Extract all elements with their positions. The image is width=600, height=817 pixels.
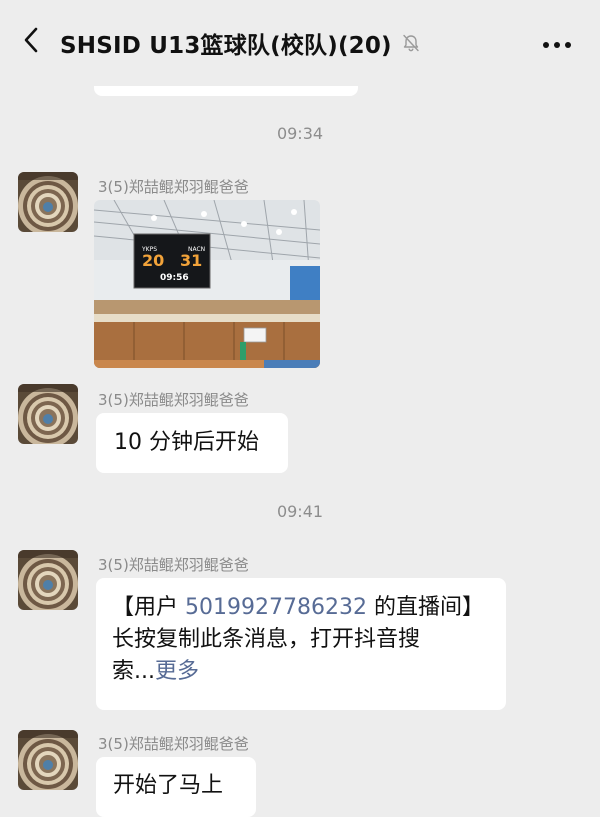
chat-area[interactable]: 09:34 3(5)郑喆鲲郑羽鲲爸爸 YKPS NACN 20 31 09:56… (0, 0, 600, 817)
avatar[interactable] (18, 384, 78, 444)
scoreboard-clock: 09:56 (160, 273, 189, 283)
sender-name: 3(5)郑喆鲲郑羽鲲爸爸 (98, 556, 249, 574)
chat-title-group[interactable]: SHSID U13篮球队(校队)(20) (60, 26, 422, 60)
user-id-link[interactable]: 5019927786232 (185, 595, 367, 620)
chevron-left-icon (21, 27, 43, 57)
top-bar: SHSID U13篮球队(校队)(20) (0, 0, 600, 86)
sender-name: 3(5)郑喆鲲郑羽鲲爸爸 (98, 391, 249, 409)
avatar[interactable] (18, 172, 78, 232)
chat-title: SHSID U13篮球队(校队)(20) (60, 33, 392, 59)
photo-message[interactable]: YKPS NACN 20 31 09:56 (94, 200, 320, 368)
sender-name: 3(5)郑喆鲲郑羽鲲爸爸 (98, 735, 249, 753)
share-line-2: 长按复制此条消息，打开抖音搜 (112, 627, 421, 652)
share-prefix: 【用户 (112, 595, 185, 620)
timestamp: 09:41 (276, 502, 324, 521)
share-line-3: 索... (112, 659, 155, 684)
more-link[interactable]: 更多 (155, 659, 199, 684)
scoreboard-away-score: 31 (180, 251, 202, 270)
sender-name: 3(5)郑喆鲲郑羽鲲爸爸 (98, 178, 249, 196)
more-horizontal-icon (542, 34, 572, 53)
avatar[interactable] (18, 730, 78, 790)
share-suffix: 的直播间】 (366, 595, 484, 620)
message-bubble-share[interactable]: 【用户 5019927786232 的直播间】 长按复制此条消息，打开抖音搜 索… (96, 578, 506, 710)
timestamp: 09:34 (276, 124, 324, 143)
bell-off-icon (400, 32, 422, 54)
message-text: 10 分钟后开始 (114, 430, 259, 455)
more-button[interactable] (540, 26, 574, 60)
scoreboard-home-score: 20 (142, 251, 164, 270)
back-button[interactable] (14, 24, 50, 60)
message-text: 开始了马上 (113, 773, 224, 798)
avatar[interactable] (18, 550, 78, 610)
message-bubble[interactable]: 开始了马上 (96, 757, 256, 817)
message-bubble[interactable]: 10 分钟后开始 (96, 413, 288, 473)
